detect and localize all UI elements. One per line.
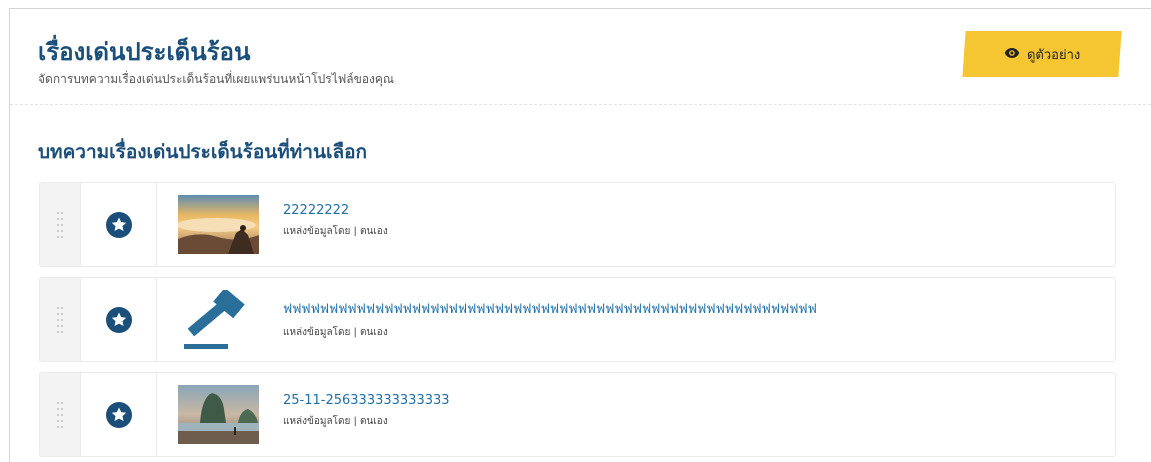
article-thumbnail-sunrise[interactable]	[178, 195, 259, 254]
list-item: 22222222 แหล่งข้อมูลโดย | ตนเอง	[39, 182, 1116, 267]
star-icon[interactable]	[81, 278, 157, 361]
article-source: แหล่งข้อมูลโดย | ตนเอง	[283, 327, 388, 338]
preview-button[interactable]: ดูตัวอย่าง	[962, 31, 1122, 77]
list-item: 25-11-256333333333333 แหล่งข้อมูลโดย | ต…	[39, 372, 1116, 457]
eye-icon	[1004, 46, 1020, 62]
page-title: เรื่องเด่นประเด็นร้อน	[38, 38, 251, 66]
page-subtitle: จัดการบทความเรื่องเด่นประเด็นร้อนที่เผยแ…	[38, 72, 395, 86]
drag-handle-icon[interactable]	[40, 183, 81, 266]
article-source: แหล่งข้อมูลโดย | ตนเอง	[283, 226, 388, 237]
gavel-icon[interactable]	[178, 290, 259, 349]
featured-articles-panel: เรื่องเด่นประเด็นร้อน จัดการบทความเรื่อง…	[9, 8, 1151, 462]
article-source: แหล่งข้อมูลโดย | ตนเอง	[283, 416, 388, 427]
article-thumbnail-beach[interactable]	[178, 385, 259, 444]
preview-button-label: ดูตัวอย่าง	[1026, 47, 1081, 63]
list-item: ฟฟฟฟฟฟฟฟฟฟฟฟฟฟฟฟฟฟฟฟฟฟฟฟฟฟฟฟฟฟฟฟฟฟฟฟฟฟฟฟ…	[39, 277, 1116, 362]
drag-handle-icon[interactable]	[40, 373, 81, 456]
star-icon[interactable]	[81, 373, 157, 456]
section-title: บทความเรื่องเด่นประเด็นร้อนที่ท่านเลือก	[38, 141, 368, 163]
star-icon[interactable]	[81, 183, 157, 266]
article-title[interactable]: 25-11-256333333333333	[283, 393, 450, 408]
page-header: เรื่องเด่นประเด็นร้อน จัดการบทความเรื่อง…	[10, 9, 1151, 105]
drag-handle-icon[interactable]	[40, 278, 81, 361]
article-title[interactable]: ฟฟฟฟฟฟฟฟฟฟฟฟฟฟฟฟฟฟฟฟฟฟฟฟฟฟฟฟฟฟฟฟฟฟฟฟฟฟฟฟ…	[283, 298, 817, 319]
article-title[interactable]: 22222222	[283, 203, 388, 218]
